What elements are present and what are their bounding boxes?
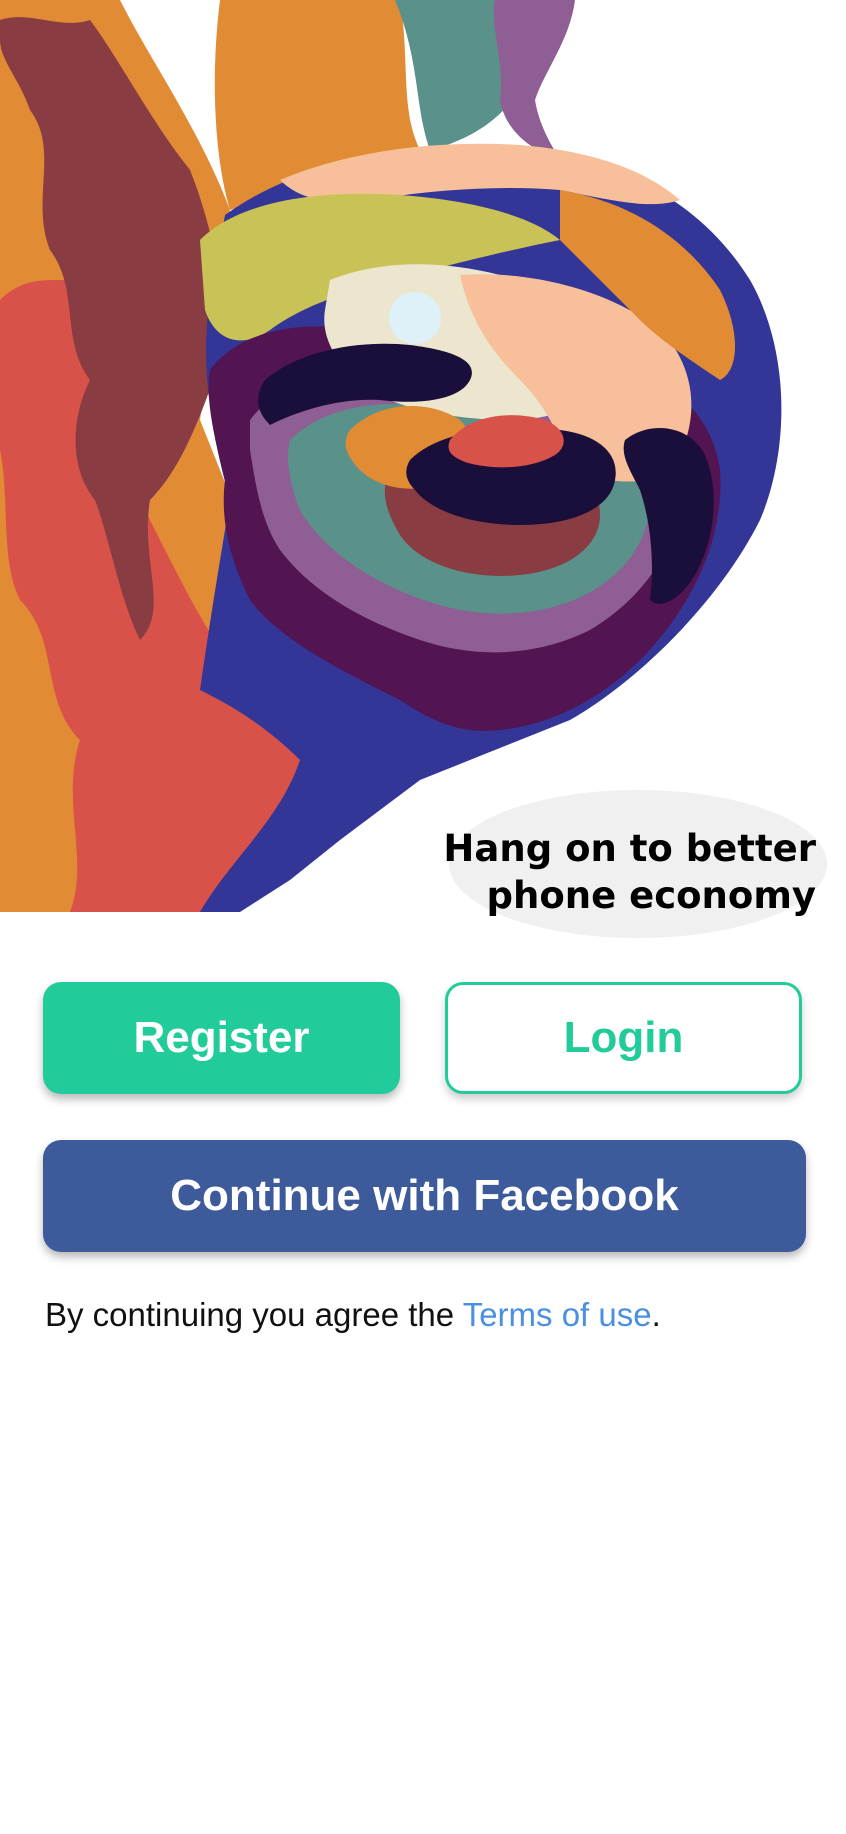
login-button[interactable]: Login (445, 982, 802, 1094)
terms-notice: By continuing you agree the Terms of use… (45, 1296, 661, 1334)
terms-suffix: . (651, 1296, 661, 1333)
register-button[interactable]: Register (43, 982, 400, 1094)
continue-with-facebook-button[interactable]: Continue with Facebook (43, 1140, 806, 1252)
tagline-line-2: phone economy (486, 874, 816, 917)
terms-prefix: By continuing you agree the (45, 1296, 463, 1333)
terms-of-use-link[interactable]: Terms of use (463, 1296, 652, 1333)
tagline: Hang on to better phone economy (416, 825, 816, 919)
tagline-line-1: Hang on to better (443, 827, 816, 870)
